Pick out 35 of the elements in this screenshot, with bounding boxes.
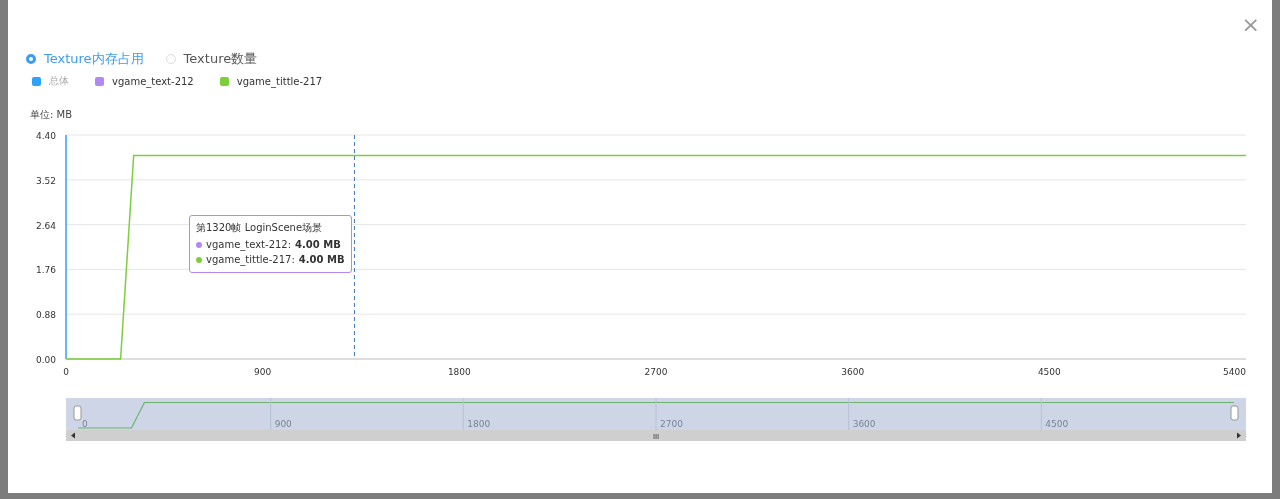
x-tick-label: 4500 xyxy=(1037,367,1061,377)
slider-tick-label: 0 xyxy=(82,419,88,429)
y-tick-label: 4.40 xyxy=(35,131,56,141)
slider-handle[interactable] xyxy=(73,405,82,421)
x-tick-label: 1800 xyxy=(447,367,471,377)
x-tick-label: 2700 xyxy=(644,367,668,377)
x-tick-label: 900 xyxy=(254,367,272,377)
legend-item[interactable]: vgame_tittle-217 xyxy=(236,75,323,87)
radio-label: Texture内存占用 xyxy=(44,50,144,68)
y-tick-label: 1.76 xyxy=(35,265,56,276)
slider-tick-label: 4500 xyxy=(1045,419,1069,429)
tooltip-series-name: vgame_text-212: xyxy=(206,238,292,252)
y-tick-label: 0.00 xyxy=(35,355,56,365)
tooltip-title: 第1320帧 LoginScene场景 xyxy=(196,221,324,235)
legend-item[interactable]: vgame_text-212 xyxy=(112,75,194,87)
slider-tick-label: 900 xyxy=(274,419,292,429)
y-tick-label: 0.88 xyxy=(35,310,56,321)
scrollbar-track[interactable] xyxy=(66,430,1246,441)
tooltip-value: 4.00 MB xyxy=(298,253,345,267)
slider-handle[interactable] xyxy=(1230,405,1239,421)
axis-unit-label: 单位: MB xyxy=(29,108,74,122)
radio-option[interactable]: Texture数量 xyxy=(165,50,258,68)
x-tick-label: 5400 xyxy=(1223,367,1246,377)
y-tick-label: 2.64 xyxy=(35,220,56,231)
x-tick-label: 0 xyxy=(63,367,69,377)
scroll-right-icon[interactable] xyxy=(1237,432,1241,439)
radio-label: Texture数量 xyxy=(183,50,258,68)
slider-tick-label: 2700 xyxy=(660,419,683,429)
slider-tick-label: 3600 xyxy=(852,419,876,429)
scroll-left-icon[interactable] xyxy=(71,432,75,439)
slider-tick-label: 1800 xyxy=(467,419,491,429)
tooltip-value: 4.00 MB xyxy=(295,238,341,252)
x-tick-label: 3600 xyxy=(841,367,865,377)
tooltip-series-name: vgame_tittle-217: xyxy=(206,253,295,267)
y-tick-label: 3.52 xyxy=(35,175,56,186)
